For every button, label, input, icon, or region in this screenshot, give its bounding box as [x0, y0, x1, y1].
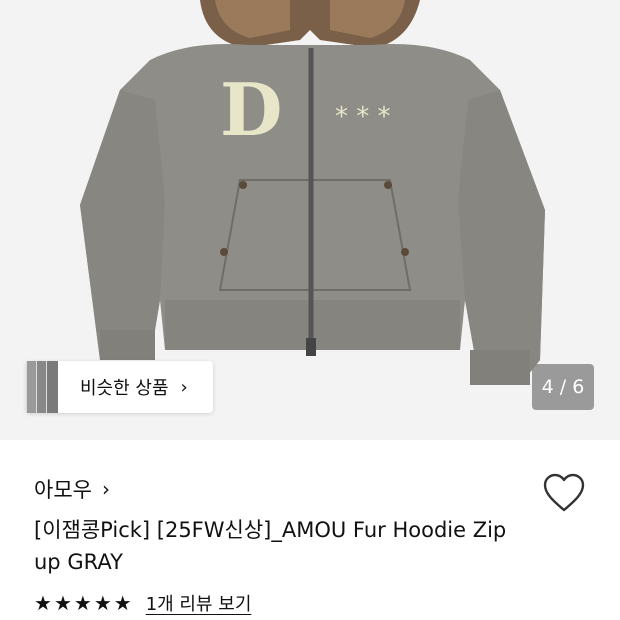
product-title: [이잼콩Pick] [25FW신상]_AMOU Fur Hoodie Zip u… [34, 518, 507, 574]
chevron-right-icon: › [180, 376, 188, 398]
svg-text:* * *: * * * [335, 102, 391, 132]
wishlist-button[interactable] [542, 472, 586, 514]
svg-text:D: D [220, 67, 282, 152]
heart-outline-icon [543, 473, 585, 512]
chevron-right-icon: › [101, 477, 110, 501]
view-reviews-link[interactable]: 1개 리뷰 보기 [146, 590, 252, 616]
brand-link[interactable]: 아모우 › [34, 474, 110, 504]
star-icon: ★ [113, 591, 132, 615]
similar-products-label: 비슷한 상품 [80, 378, 169, 399]
image-page-counter: 4 / 6 [532, 364, 594, 410]
rating-row: ★ ★ ★ ★ ★ 1개 리뷰 보기 [34, 590, 251, 616]
similar-products-button[interactable]: 비슷한 상품 › [26, 361, 213, 413]
brand-name: 아모우 [34, 478, 92, 502]
star-icon: ★ [73, 591, 92, 615]
similar-thumbnails [26, 361, 60, 413]
star-icon: ★ [53, 591, 72, 615]
star-rating: ★ ★ ★ ★ ★ [34, 592, 132, 614]
product-image-gallery[interactable]: D * * * 비슷한 상품 › 4 / 6 [0, 0, 620, 440]
star-icon: ★ [34, 591, 52, 615]
star-icon: ★ [93, 591, 112, 615]
